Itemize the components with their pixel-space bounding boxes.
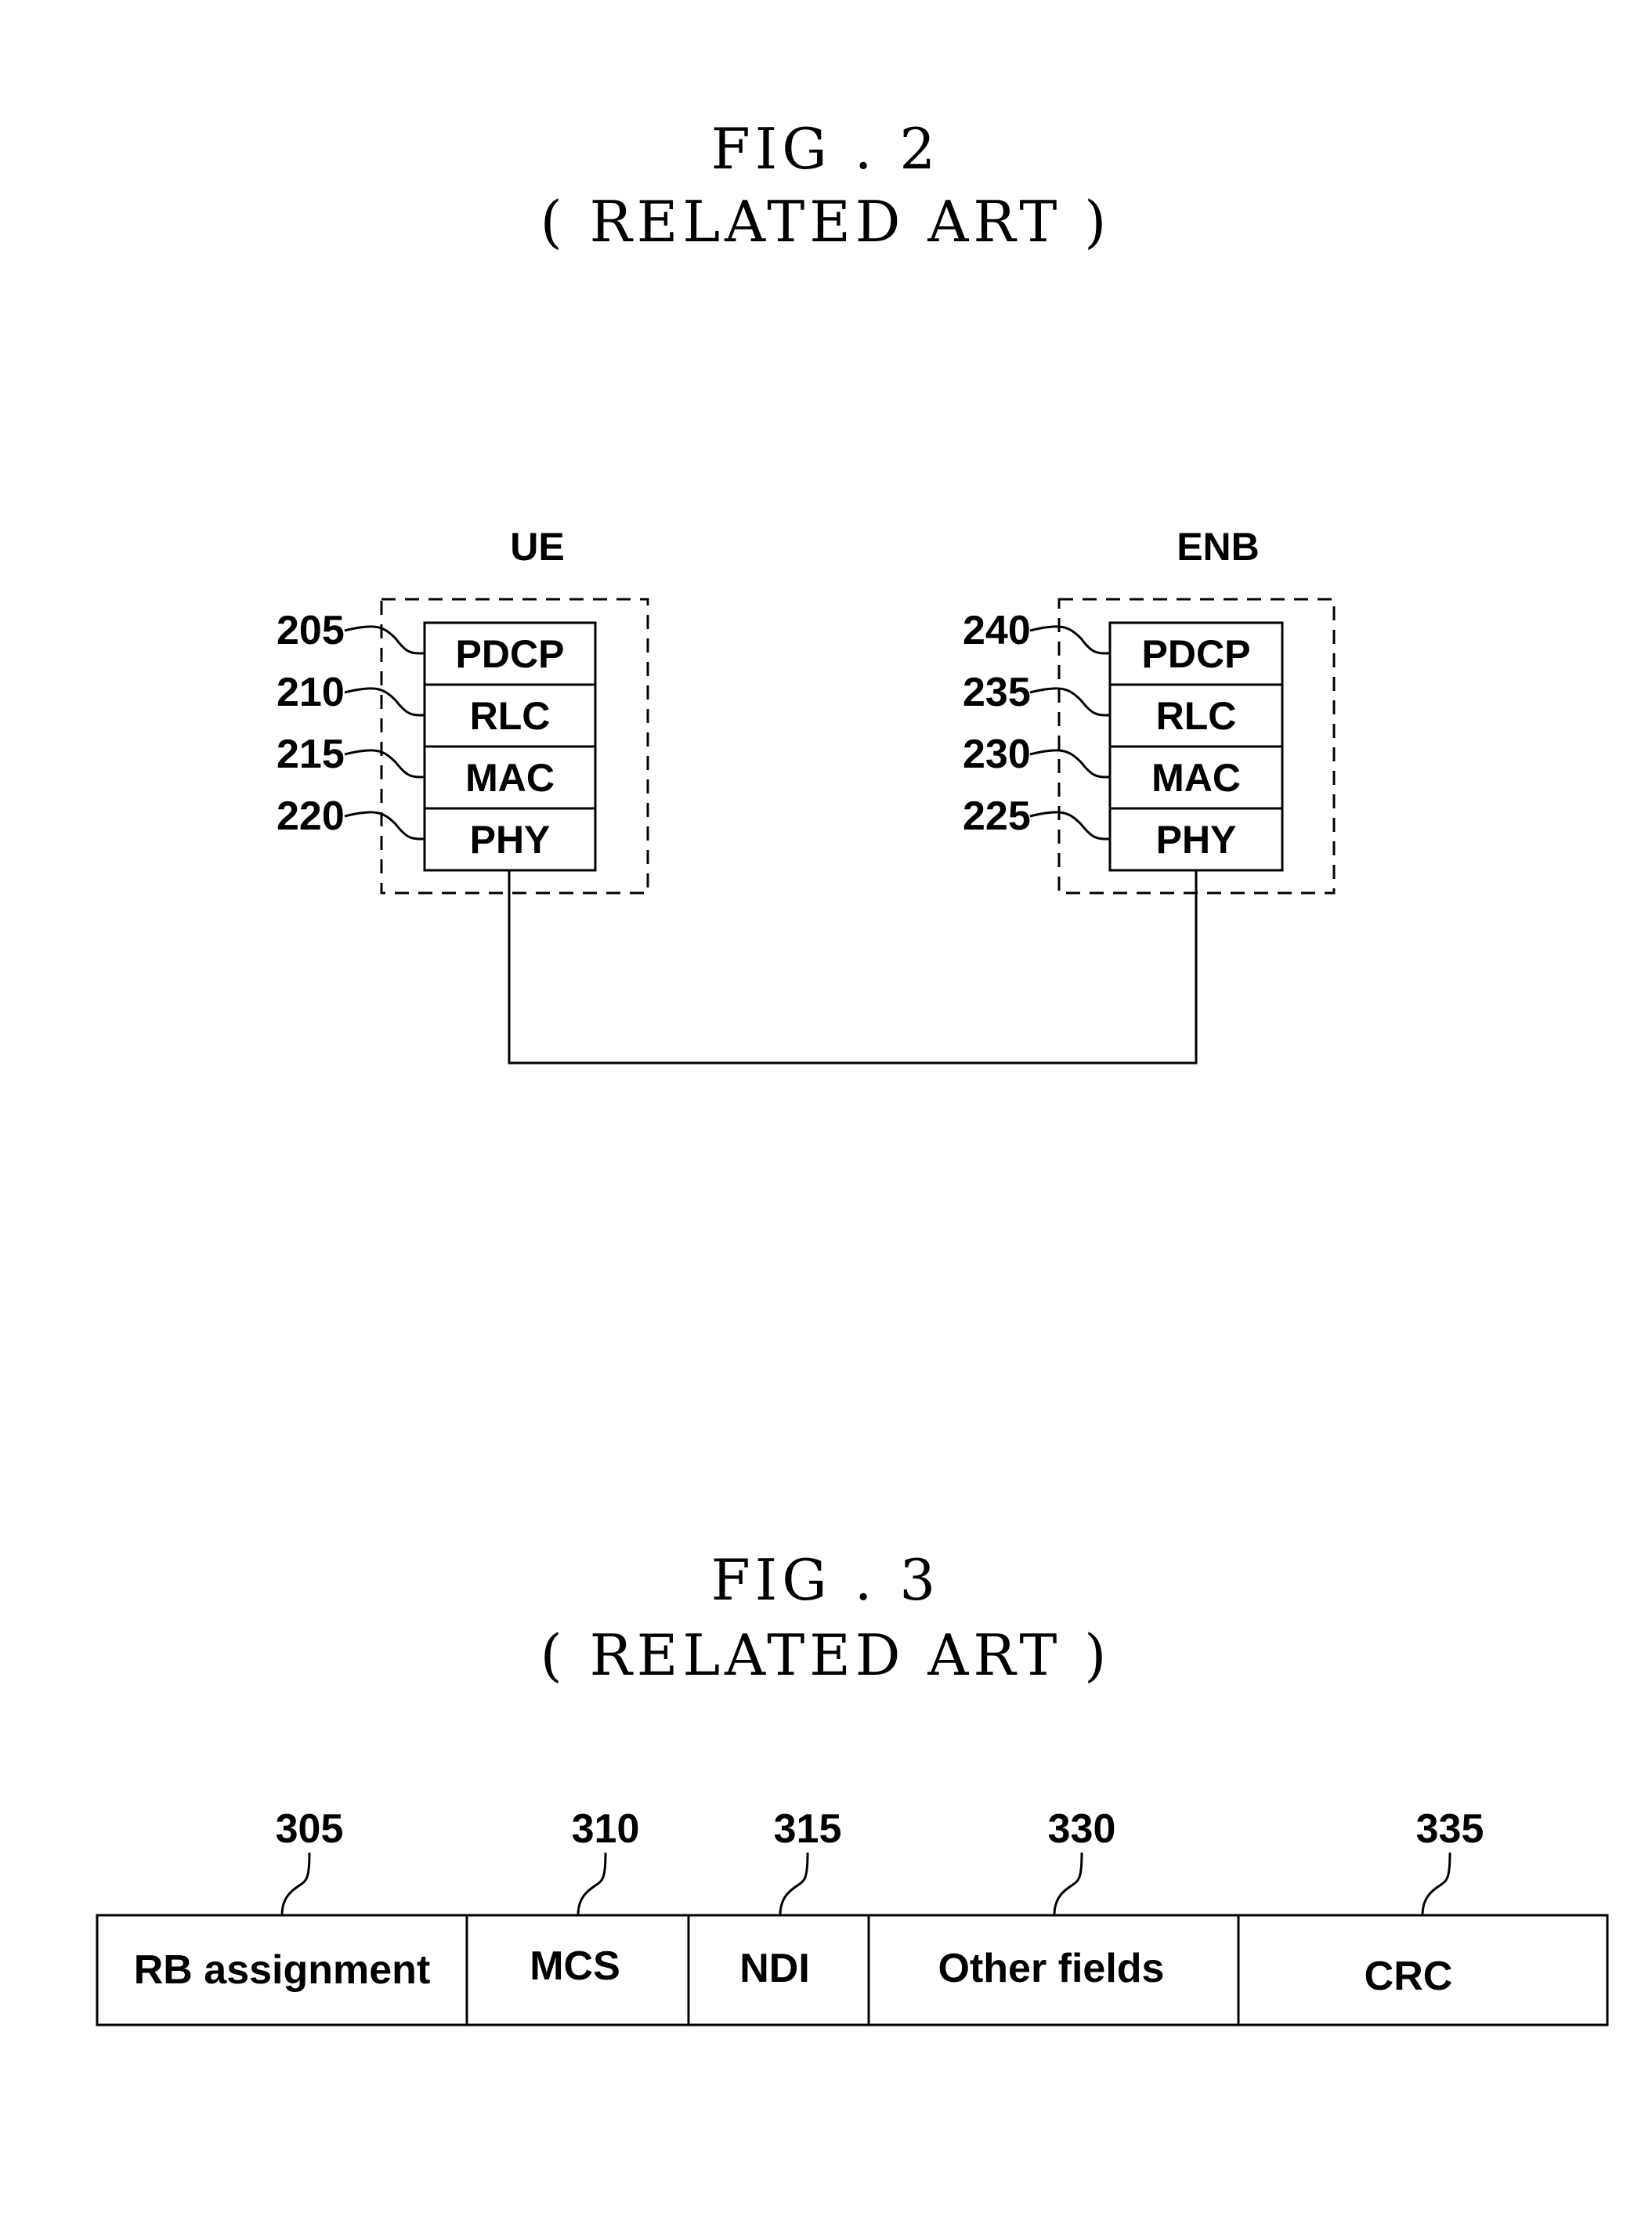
enb-layer-pdcp-label: PDCP [1142,632,1251,676]
ref-220: 220 [277,794,345,839]
leader-line-210 [344,687,425,717]
field-rb-assignment-label: RB assignment [134,1947,431,1993]
enb-stack: ENB PDCP RLC MAC PHY 240 235 230 225 [963,525,1336,895]
leader-line-225 [1029,811,1111,841]
enb-layer-mac-label: MAC [1151,756,1241,800]
ref-210: 210 [277,670,345,715]
field-crc-label: CRC [1365,1954,1453,1999]
enb-label: ENB [1177,525,1260,569]
leader-line-305 [280,1852,311,1916]
ue-layer-pdcp-label: PDCP [456,632,565,676]
leader-line-215 [344,749,425,779]
enb-layer-phy-label: PHY [1156,818,1237,862]
ue-label: UE [510,525,564,569]
leader-line-310 [577,1852,607,1916]
ue-layer-mac-label: MAC [465,756,555,800]
ref-235: 235 [963,670,1031,715]
fig2-title: FIG . 2 [711,116,940,182]
leader-line-220 [344,811,425,841]
ref-330: 330 [1048,1806,1116,1852]
ref-310: 310 [572,1806,640,1852]
ref-205: 205 [277,608,345,653]
leader-line-240 [1029,625,1111,655]
leader-line-230 [1029,749,1111,779]
ref-215: 215 [277,732,345,777]
fig3-subtitle: ( RELATED ART ) [540,1622,1112,1688]
ref-335: 335 [1416,1806,1484,1852]
ue-layer-phy-label: PHY [470,818,551,862]
ref-305: 305 [276,1806,344,1852]
leader-line-335 [1421,1852,1451,1916]
ref-240: 240 [963,608,1031,653]
leader-line-205 [344,625,425,655]
ref-225: 225 [963,794,1031,839]
dci-format-fields: RB assignment MCS NDI Other fields CRC 3… [96,1806,1609,2026]
patent-figure-sheet: FIG . 2 ( RELATED ART ) UE PDCP RLC MAC … [96,116,1609,2026]
ue-layer-rlc-label: RLC [470,694,551,738]
fig2-subtitle: ( RELATED ART ) [540,189,1112,255]
leader-line-235 [1029,687,1111,717]
phy-link-line [508,870,1198,1065]
field-ndi-label: NDI [739,1946,810,1991]
leader-line-330 [1053,1852,1083,1916]
field-mcs-label: MCS [530,1943,620,1989]
fig3-title: FIG . 3 [711,1547,940,1613]
field-other-fields-label: Other fields [938,1946,1165,1991]
ue-stack: UE PDCP RLC MAC PHY 205 210 215 220 [277,525,649,895]
leader-line-315 [779,1852,809,1916]
ref-230: 230 [963,732,1031,777]
enb-layer-rlc-label: RLC [1156,694,1237,738]
ref-315: 315 [774,1806,842,1852]
